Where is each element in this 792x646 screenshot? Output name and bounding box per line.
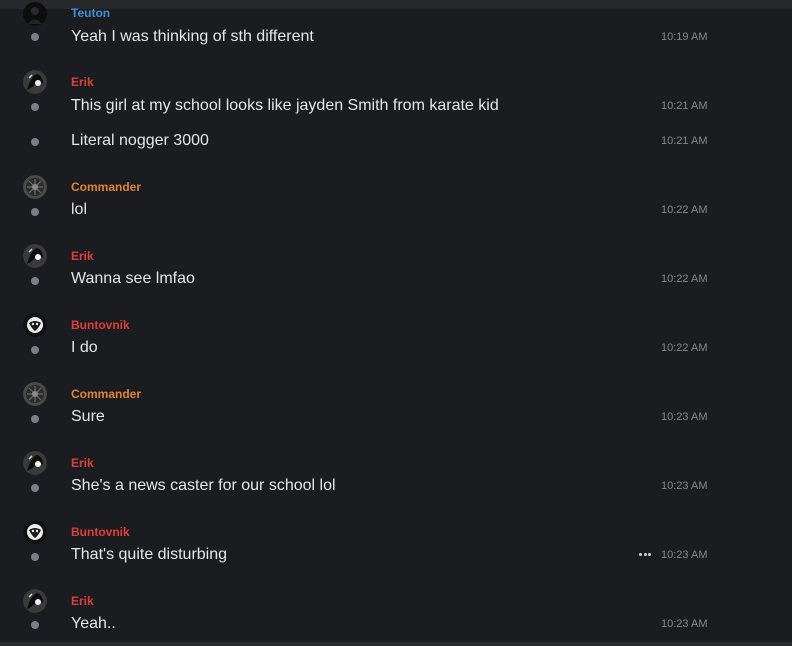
author-name[interactable]: Commander [71,387,141,401]
message-text: This girl at my school looks like jayden… [71,97,499,114]
presence-dot [31,553,39,561]
message-row[interactable]: Erik This girl at my school looks like j… [0,58,792,127]
author-name[interactable]: Buntovnik [71,318,130,332]
message-row[interactable]: Buntovnik That's quite disturbing 10:23 … [0,507,792,576]
avatar-erik[interactable] [23,589,47,613]
avatar-erik[interactable] [23,244,47,268]
message-timestamp: 10:22 AM [661,204,708,216]
message-timestamp: 10:19 AM [661,31,708,43]
message-text: Yeah.. [71,615,116,632]
presence-dot [31,277,39,285]
author-name[interactable]: Erik [71,75,94,89]
author-name[interactable]: Erik [71,456,94,470]
author-name[interactable]: Teuton [71,6,110,20]
avatar-commander[interactable] [23,175,47,199]
avatar-teuton[interactable] [23,2,47,26]
avatar-erik[interactable] [23,451,47,475]
message-text: I do [71,339,98,356]
message-feed[interactable]: Teuton Yeah I was thinking of sth differ… [0,0,792,646]
message-text: Yeah I was thinking of sth different [71,28,314,45]
presence-dot [31,33,39,41]
message-text: Literal nogger 3000 [71,132,209,149]
message-timestamp: 10:21 AM [661,100,708,112]
presence-dot [31,103,39,111]
presence-dot [31,415,39,423]
presence-dot [31,484,39,492]
avatar-erik[interactable] [23,70,47,94]
message-text: That's quite disturbing [71,546,228,563]
author-name[interactable]: Erik [71,249,94,263]
message-row[interactable]: Literal nogger 3000 10:21 AM [0,127,792,162]
message-row[interactable]: Erik Yeah.. 10:23 AM [0,576,792,642]
bottom-divider [0,642,792,646]
avatar-commander[interactable] [23,382,47,406]
presence-dot [31,621,39,629]
message-timestamp: 10:22 AM [661,273,708,285]
message-row[interactable]: Teuton Yeah I was thinking of sth differ… [0,0,792,58]
author-name[interactable]: Buntovnik [71,525,130,539]
presence-dot [31,346,39,354]
message-row[interactable]: Erik Wanna see lmfao 10:22 AM [0,231,792,300]
presence-dot [31,208,39,216]
message-text: She's a news caster for our school lol [71,477,336,494]
message-text: Wanna see lmfao [71,270,195,287]
message-row[interactable]: Buntovnik I do 10:22 AM [0,300,792,369]
more-options-icon[interactable] [638,550,652,560]
message-text: lol [71,201,88,218]
message-row[interactable]: Commander lol 10:22 AM [0,162,792,231]
message-timestamp: 10:22 AM [661,342,708,354]
message-row[interactable]: Erik She's a news caster for our school … [0,438,792,507]
presence-dot [31,138,39,146]
message-timestamp: 10:23 AM [661,618,708,630]
message-row[interactable]: Commander Sure 10:23 AM [0,369,792,438]
message-timestamp: 10:23 AM [661,411,708,423]
avatar-buntovnik[interactable] [23,313,47,337]
message-timestamp: 10:21 AM [661,135,708,147]
message-timestamp: 10:23 AM [661,480,708,492]
avatar-buntovnik[interactable] [23,520,47,544]
message-text: Sure [71,408,105,425]
message-timestamp: 10:23 AM [661,549,708,561]
author-name[interactable]: Commander [71,180,141,194]
author-name[interactable]: Erik [71,594,94,608]
